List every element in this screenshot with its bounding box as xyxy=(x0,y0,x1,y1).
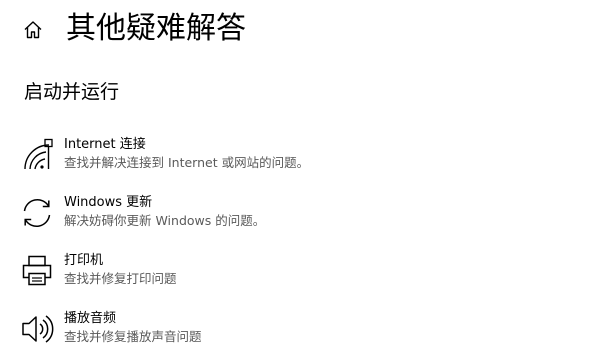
sync-arrows-icon xyxy=(23,199,51,227)
speaker-icon xyxy=(22,315,54,343)
item-description: 查找并解决连接到 Internet 或网站的问题。 xyxy=(64,155,310,170)
item-name: Internet 连接 xyxy=(64,137,146,152)
troubleshooter-windows-update[interactable]: Windows 更新 解决妨碍你更新 Windows 的问题。 xyxy=(20,194,580,240)
wifi-signal-icon xyxy=(24,138,53,170)
troubleshoot-page: 其他疑难解答 启动并运行 Internet 连接 查找并解决连接到 Intern… xyxy=(0,0,600,359)
printer-icon xyxy=(22,255,52,286)
troubleshooter-internet-connection[interactable]: Internet 连接 查找并解决连接到 Internet 或网站的问题。 xyxy=(20,136,580,182)
item-description: 查找并修复打印问题 xyxy=(64,271,177,286)
troubleshooter-playing-audio[interactable]: 播放音频 查找并修复播放声音问题 xyxy=(20,310,580,356)
home-icon[interactable] xyxy=(22,19,44,41)
item-name: 播放音频 xyxy=(64,311,117,326)
item-name: Windows 更新 xyxy=(64,195,153,210)
item-description: 解决妨碍你更新 Windows 的问题。 xyxy=(64,213,266,228)
item-description: 查找并修复播放声音问题 xyxy=(64,329,202,344)
troubleshooter-printer[interactable]: 打印机 查找并修复打印问题 xyxy=(20,252,580,298)
page-title: 其他疑难解答 xyxy=(66,11,246,46)
section-title: 启动并运行 xyxy=(24,81,120,103)
item-name: 打印机 xyxy=(64,253,104,268)
